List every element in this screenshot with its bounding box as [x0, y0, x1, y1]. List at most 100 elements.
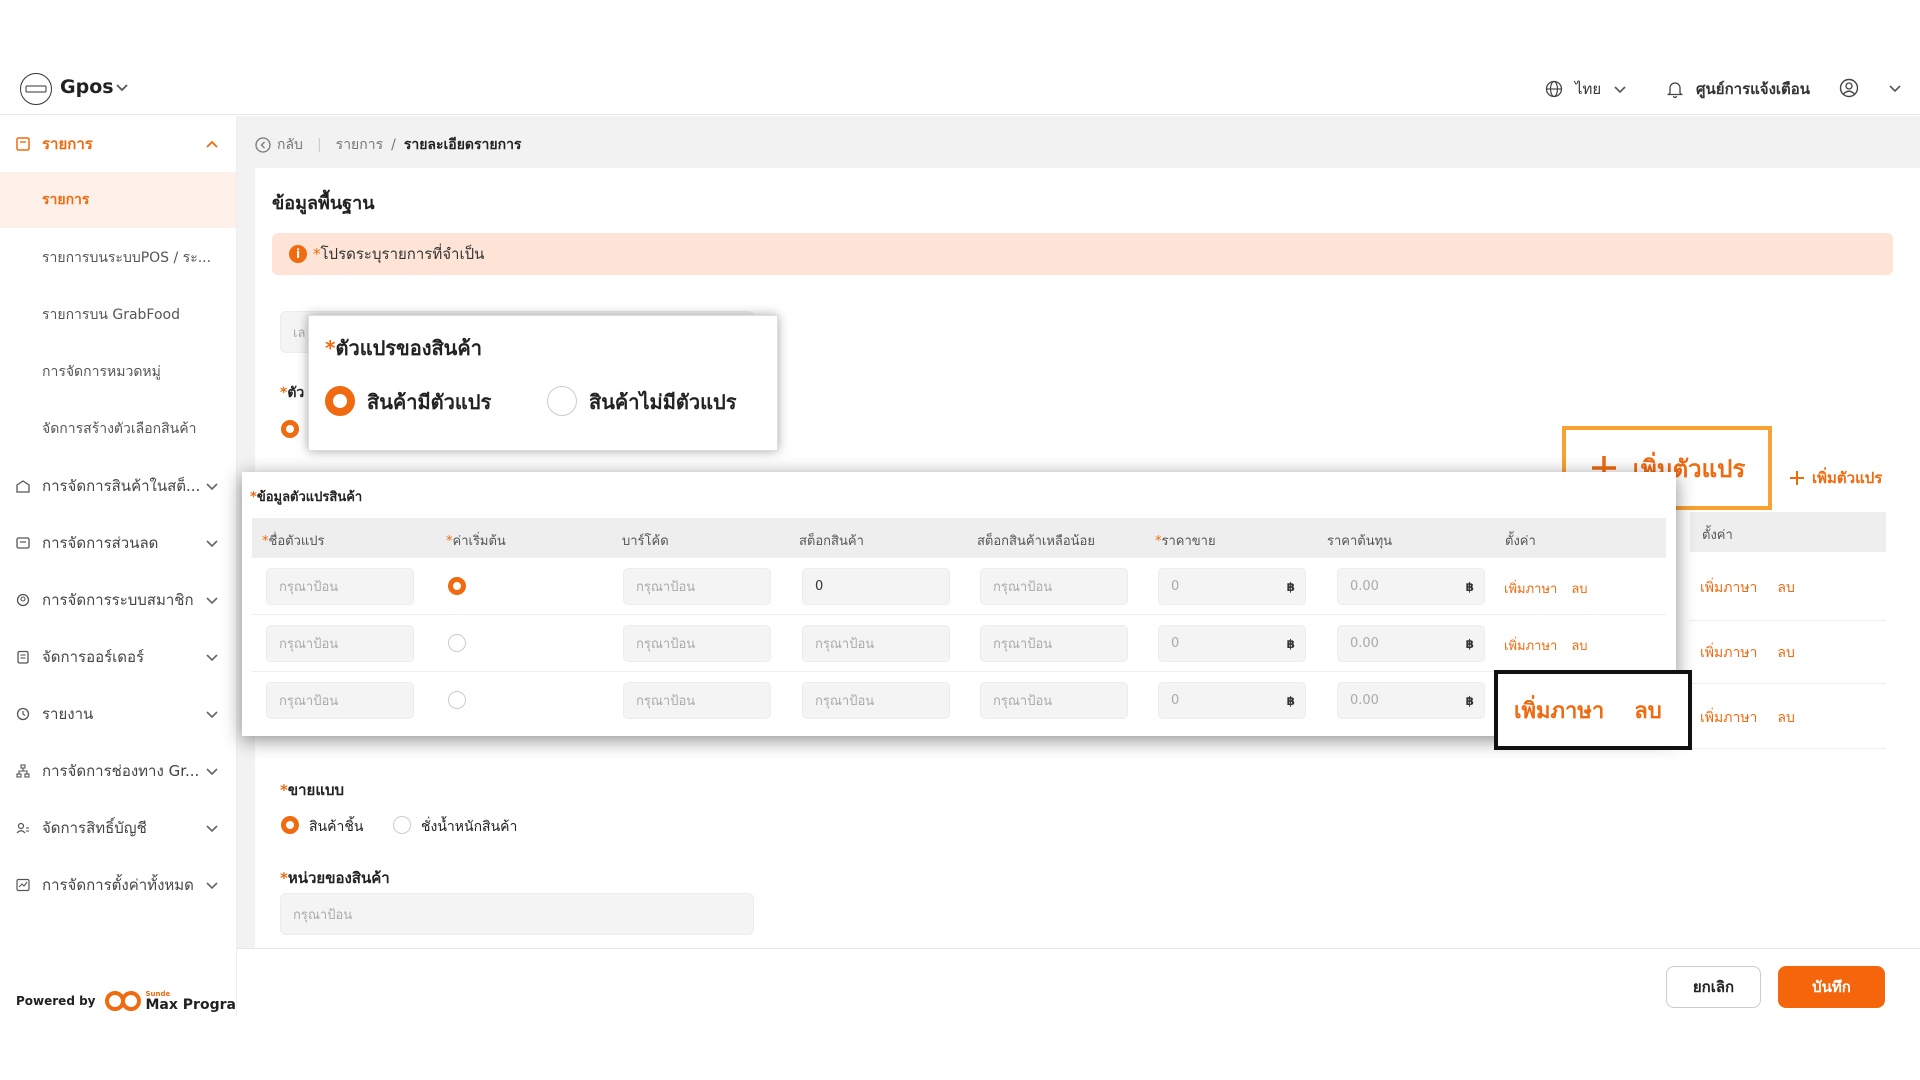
- radio-sell-piece[interactable]: [281, 816, 299, 834]
- stock-input[interactable]: 0: [802, 568, 950, 605]
- sidebar-item-items[interactable]: รายการ: [0, 124, 236, 164]
- sidebar-sub-label: รายการบน GrabFood: [42, 307, 180, 323]
- barcode-input[interactable]: กรุณาป้อน: [623, 568, 771, 605]
- low-stock-input[interactable]: กรุณาป้อน: [980, 568, 1128, 605]
- price-input[interactable]: 0 ฿: [1158, 568, 1306, 605]
- row-actions: เพิ่มภาษา ลบ: [1504, 578, 1588, 599]
- app-logo[interactable]: [20, 73, 52, 105]
- sidebar-item-label: จัดการสิทธิ์บัญชี: [42, 819, 147, 837]
- add-language-link[interactable]: เพิ่มภาษา: [1700, 580, 1757, 596]
- stock-input[interactable]: กรุณาป้อน: [802, 682, 950, 719]
- chevron-down-icon[interactable]: [1888, 81, 1902, 95]
- option-has-variant-label[interactable]: สินค้ามีตัวแปร: [367, 386, 491, 418]
- add-language-link[interactable]: เพิ่มภาษา: [1504, 582, 1557, 597]
- delete-link[interactable]: ลบ: [1777, 580, 1794, 596]
- sidebar-item-channels[interactable]: การจัดการช่องทาง Gr...: [0, 751, 236, 791]
- option-no-variant-label[interactable]: สินค้าไม่มีตัวแปร: [589, 386, 736, 418]
- sidebar-sub-product-options[interactable]: จัดการสร้างตัวเลือกสินค้า: [0, 401, 236, 457]
- warehouse-icon: [16, 480, 30, 493]
- sidebar-item-members[interactable]: การจัดการระบบสมาชิก: [0, 580, 236, 620]
- sitemap-icon: [16, 764, 30, 778]
- radio-no-variant[interactable]: [547, 386, 577, 416]
- back-link[interactable]: กลับ: [255, 134, 303, 156]
- header-variant-name: ชื่อตัวแปร: [268, 534, 325, 549]
- price-input[interactable]: 0 ฿: [1158, 625, 1306, 662]
- cost-input[interactable]: 0.00 ฿: [1337, 625, 1485, 662]
- bg-row-divider: [1690, 683, 1886, 684]
- row-actions: เพิ่มภาษา ลบ: [1504, 635, 1588, 656]
- add-language-link[interactable]: เพิ่มภาษา: [1504, 639, 1557, 654]
- table-row: กรุณาป้อน กรุณาป้อน กรุณาป้อน กรุณาป้อน …: [252, 615, 1666, 672]
- low-stock-input[interactable]: กรุณาป้อน: [980, 682, 1128, 719]
- sidebar-item-settings[interactable]: การจัดการตั้งค่าทั้งหมด: [0, 865, 236, 905]
- sidebar-item-account-permissions[interactable]: จัดการสิทธิ์บัญชี: [0, 808, 236, 848]
- delete-link[interactable]: ลบ: [1777, 645, 1794, 661]
- variant-table-popup: *ข้อมูลตัวแปรสินค้า *ชื่อตัวแปร *ค่าเริ่…: [242, 472, 1676, 736]
- chevron-up-icon: [206, 140, 218, 148]
- sell-weight-label[interactable]: ชั่งน้ำหนักสินค้า: [421, 816, 517, 838]
- stock-input[interactable]: กรุณาป้อน: [802, 625, 950, 662]
- add-language-link[interactable]: เพิ่มภาษา: [1700, 645, 1757, 661]
- variant-type-popup: *ตัวแปรของสินค้า สินค้ามีตัวแปร สินค้าไม…: [308, 315, 778, 451]
- save-button[interactable]: บันทึก: [1778, 966, 1885, 1008]
- sidebar-sub-pos-items[interactable]: รายการบนระบบPOS / ระ...: [0, 230, 236, 286]
- sidebar-sub-grabfood-items[interactable]: รายการบน GrabFood: [0, 287, 236, 343]
- bg-row-divider: [1690, 620, 1886, 621]
- breadcrumb-current: รายละเอียดรายการ: [403, 137, 522, 153]
- delete-link[interactable]: ลบ: [1634, 693, 1661, 728]
- radio-sell-weight[interactable]: [393, 816, 411, 834]
- notification-center[interactable]: ศูนย์การแจ้งเตือน: [1666, 77, 1810, 101]
- add-language-link[interactable]: เพิ่มภาษา: [1514, 693, 1604, 728]
- low-stock-input[interactable]: กรุณาป้อน: [980, 625, 1128, 662]
- radio-has-variant[interactable]: [325, 386, 355, 416]
- clipboard-icon: [17, 650, 29, 664]
- cancel-button[interactable]: ยกเลิก: [1666, 966, 1761, 1008]
- sidebar-item-reports[interactable]: รายงาน: [0, 694, 236, 734]
- sidebar: รายการ รายการ รายการบนระบบPOS / ระ... รา…: [0, 116, 237, 1016]
- chevron-down-icon: [206, 597, 218, 605]
- add-variant-link[interactable]: เพิ่มตัวแปร: [1788, 466, 1882, 490]
- variant-name-input[interactable]: กรุณาป้อน: [266, 625, 414, 662]
- sidebar-item-label: จัดการออร์เดอร์: [42, 648, 145, 666]
- sell-piece-label[interactable]: สินค้าชิ้น: [309, 816, 363, 838]
- clock-icon: [16, 707, 30, 721]
- unit-input[interactable]: กรุณาป้อน: [280, 893, 754, 935]
- user-icon[interactable]: [1839, 78, 1859, 98]
- sidebar-sub-items[interactable]: รายการ: [0, 172, 236, 228]
- barcode-input[interactable]: กรุณาป้อน: [623, 625, 771, 662]
- variant-name-input[interactable]: กรุณาป้อน: [266, 682, 414, 719]
- sidebar-sub-categories[interactable]: การจัดการหมวดหมู่: [0, 344, 236, 400]
- cost-input[interactable]: 0.00 ฿: [1337, 568, 1485, 605]
- users-icon: [16, 822, 29, 834]
- sidebar-item-discounts[interactable]: การจัดการส่วนลด: [0, 523, 236, 563]
- chevron-down-icon[interactable]: [114, 79, 130, 95]
- delete-link[interactable]: ลบ: [1777, 710, 1794, 726]
- breadcrumb-parent[interactable]: รายการ: [336, 134, 383, 156]
- default-radio-on[interactable]: [448, 577, 466, 595]
- bg-row-actions: เพิ่มภาษา ลบ: [1700, 707, 1795, 729]
- barcode-input[interactable]: กรุณาป้อน: [623, 682, 771, 719]
- variant-label-bg: *ตัว: [280, 385, 305, 401]
- app-name[interactable]: Gpos: [60, 76, 114, 98]
- price-input[interactable]: 0 ฿: [1158, 682, 1306, 719]
- sidebar-item-label: การจัดการตั้งค่าทั้งหมด: [42, 876, 194, 894]
- variant-name-input[interactable]: กรุณาป้อน: [266, 568, 414, 605]
- delete-link[interactable]: ลบ: [1571, 639, 1587, 654]
- language-selector[interactable]: ไทย: [1545, 77, 1627, 101]
- default-radio-off[interactable]: [448, 691, 466, 709]
- sidebar-item-stock[interactable]: การจัดการสินค้าในสต็...: [0, 466, 236, 506]
- header-price: ราคาขาย: [1161, 534, 1216, 549]
- sidebar-item-label: การจัดการระบบสมาชิก: [42, 591, 194, 609]
- sidebar-item-orders[interactable]: จัดการออร์เดอร์: [0, 637, 236, 677]
- cost-input[interactable]: 0.00 ฿: [1337, 682, 1485, 719]
- plus-icon: [1790, 471, 1804, 485]
- add-language-link[interactable]: เพิ่มภาษา: [1700, 710, 1757, 726]
- bell-icon: [1666, 82, 1684, 98]
- header-stock: สต็อกสินค้า: [799, 534, 864, 549]
- variant-radio-bg[interactable]: [281, 420, 299, 438]
- sidebar-item-label: การจัดการช่องทาง Gr...: [42, 762, 200, 780]
- default-radio-off[interactable]: [448, 634, 466, 652]
- delete-link[interactable]: ลบ: [1571, 582, 1587, 597]
- globe-icon: [1545, 80, 1563, 98]
- sidebar-item-label: การจัดการส่วนลด: [42, 534, 159, 552]
